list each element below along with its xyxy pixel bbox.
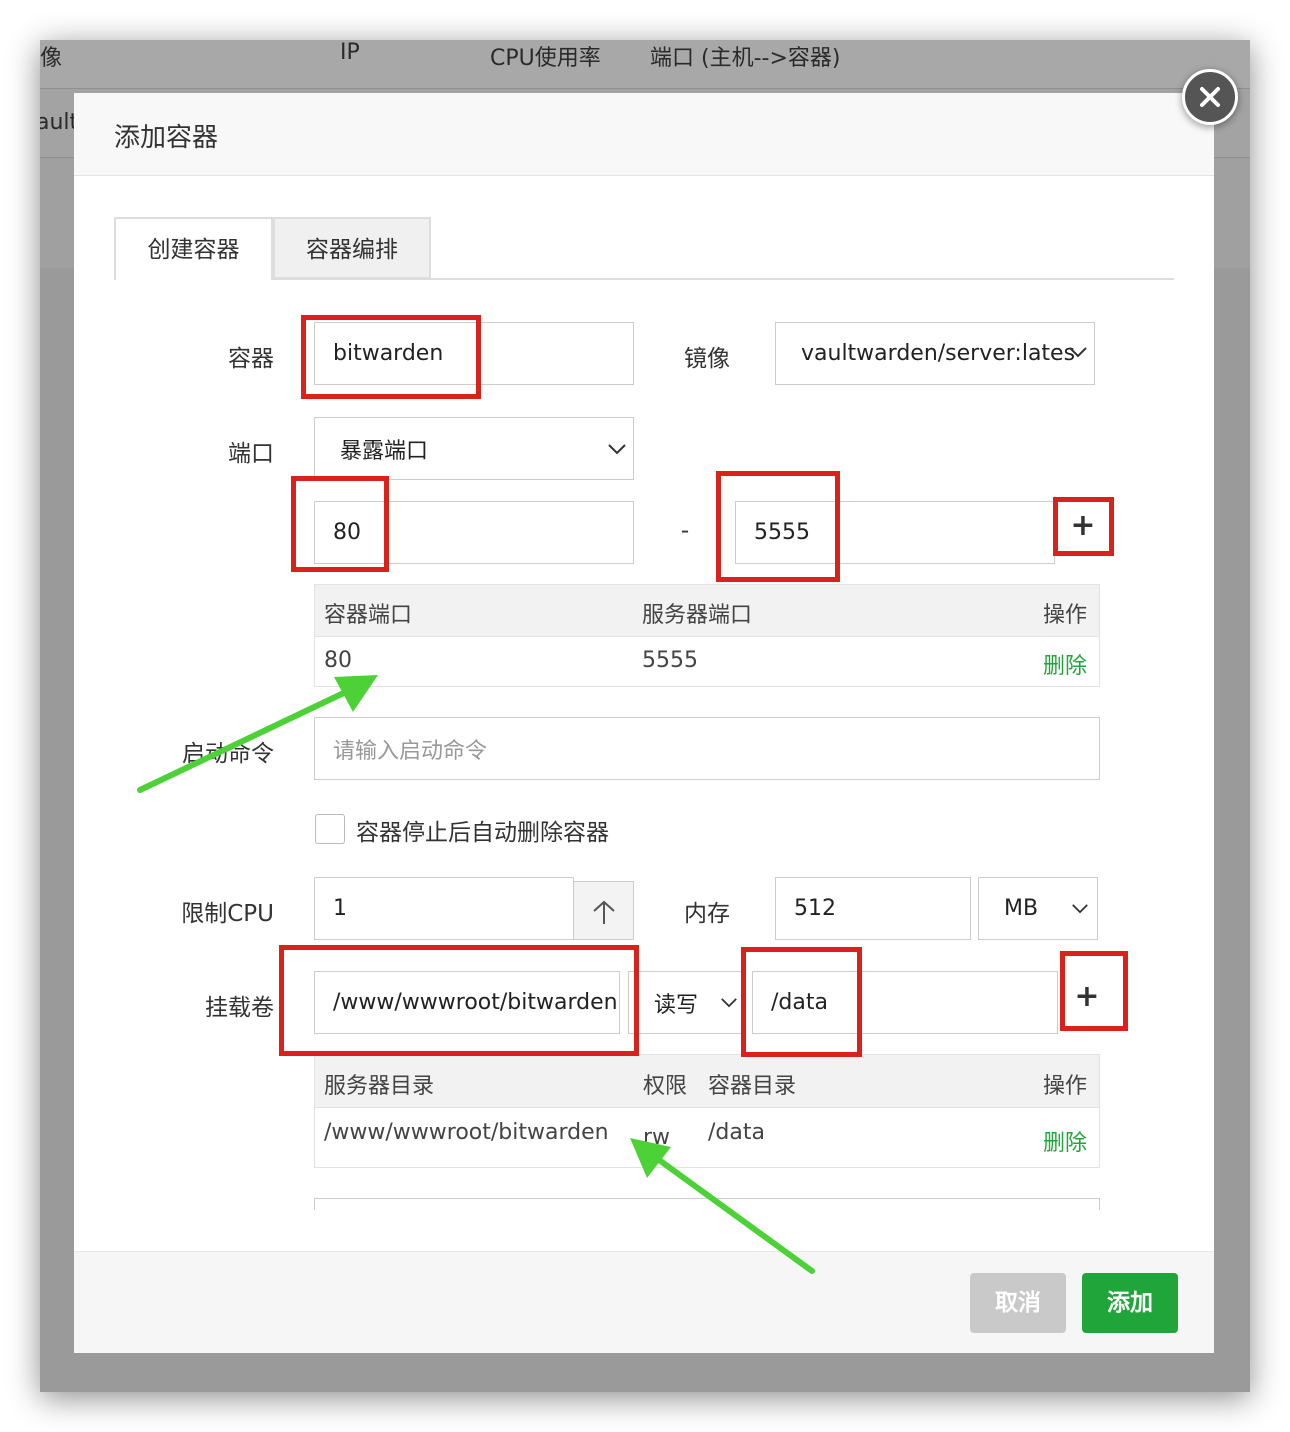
annotation-arrows xyxy=(137,675,815,1274)
green-arrow-icon-volume xyxy=(630,1138,815,1274)
green-arrow-icon-port xyxy=(137,675,378,793)
